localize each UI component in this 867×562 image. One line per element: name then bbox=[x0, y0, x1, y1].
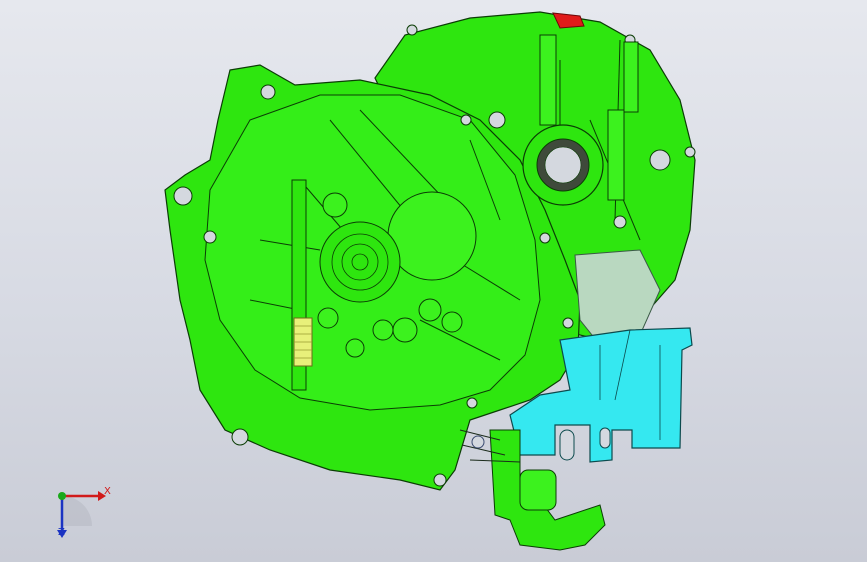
triad-quadrant bbox=[62, 496, 92, 526]
transmission-housing-model[interactable] bbox=[0, 0, 867, 562]
boss-large[interactable] bbox=[387, 191, 477, 281]
hub-icon[interactable] bbox=[319, 221, 401, 303]
z-axis-label: Z bbox=[58, 527, 65, 538]
bore-through-hole bbox=[544, 146, 582, 184]
linkage-pin bbox=[471, 435, 485, 449]
graphics-viewport[interactable]: X Z bbox=[0, 0, 867, 562]
y-axis-dot bbox=[58, 492, 66, 500]
x-axis-label: X bbox=[104, 486, 111, 497]
actuator-cylinder[interactable] bbox=[519, 469, 557, 511]
